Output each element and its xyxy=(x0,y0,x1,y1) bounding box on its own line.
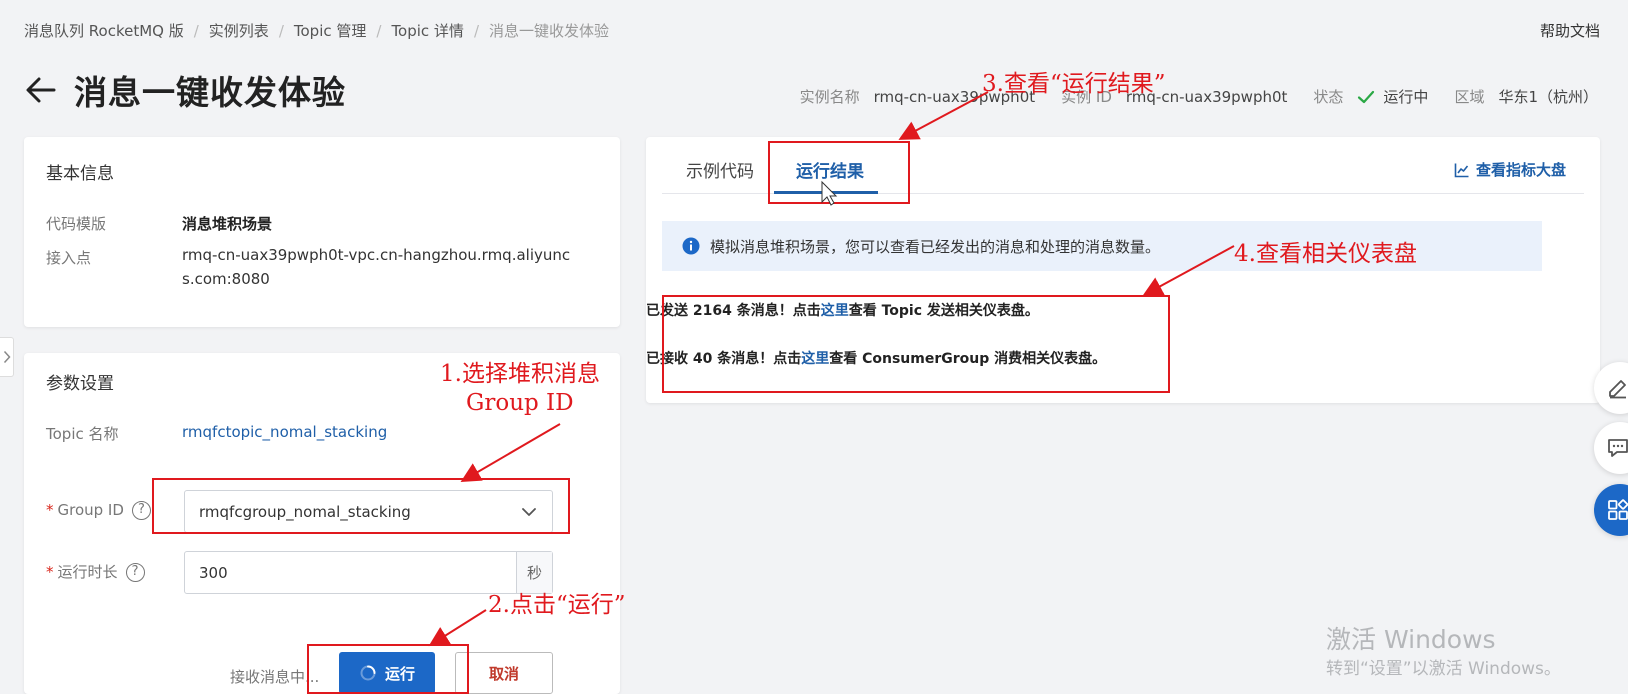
params-title: 参数设置 xyxy=(46,374,114,394)
status-value: 运行中 xyxy=(1383,88,1429,106)
region-value: 华东1（杭州） xyxy=(1498,88,1598,106)
apps-grid-icon xyxy=(1608,499,1628,520)
view-dashboard-label: 查看指标大盘 xyxy=(1475,161,1566,179)
group-id-label: * Group ID? xyxy=(46,501,151,520)
breadcrumb-instance-list[interactable]: 实例列表 xyxy=(209,20,269,41)
info-circle-icon xyxy=(682,237,700,255)
annotation-step2: 2.点击“运行” xyxy=(488,592,626,618)
view-dashboard-link[interactable]: 查看指标大盘 xyxy=(1454,159,1566,180)
edit-icon xyxy=(1609,380,1626,399)
breadcrumb-separator: / xyxy=(278,21,284,40)
page-header: 消息一键收发体验 xyxy=(24,66,346,114)
endpoint-value: rmq-cn-uax39pwph0t-vpc.cn-hangzhou.rmq.a… xyxy=(182,246,571,288)
annotation-box-dashboard-links xyxy=(662,295,1170,393)
topic-name-link[interactable]: rmqfctopic_nomal_stacking xyxy=(182,423,387,441)
breadcrumb-separator: / xyxy=(193,21,199,40)
line-chart-icon xyxy=(1454,163,1469,177)
breadcrumb-topic-detail[interactable]: Topic 详情 xyxy=(391,20,464,41)
sidebar-toggle[interactable] xyxy=(0,337,14,377)
instance-name-label: 实例名称 xyxy=(799,88,860,106)
chat-icon xyxy=(1608,439,1628,457)
annotation-step4: 4.查看相关仪表盘 xyxy=(1234,241,1417,267)
duration-input[interactable] xyxy=(185,552,516,593)
float-apps-button[interactable] xyxy=(1594,484,1628,536)
question-circle-icon[interactable]: ? xyxy=(125,563,145,582)
template-label: 代码模版 xyxy=(46,215,107,233)
region-label: 区域 xyxy=(1454,88,1485,106)
duration-label: * 运行时长? xyxy=(46,561,145,582)
question-circle-icon[interactable]: ? xyxy=(131,501,151,520)
page-title: 消息一键收发体验 xyxy=(74,73,346,112)
annotation-box-group-id xyxy=(152,478,570,534)
chevron-right-icon xyxy=(3,350,11,364)
basic-info-card: 基本信息 代码模版 消息堆积场景 接入点 rmq-cn-uax39pwph0t-… xyxy=(24,137,620,327)
info-alert-text: 模拟消息堆积场景，您可以查看已经发出的消息和处理的消息数量。 xyxy=(710,237,1161,256)
breadcrumb-separator: / xyxy=(473,21,479,40)
breadcrumb-topic-manage[interactable]: Topic 管理 xyxy=(294,20,367,41)
required-mark: * xyxy=(46,501,54,519)
duration-label-text: 运行时长 xyxy=(57,563,118,581)
breadcrumb-rocketmq[interactable]: 消息队列 RocketMQ 版 xyxy=(24,20,184,41)
status-label: 状态 xyxy=(1313,88,1344,106)
endpoint-label: 接入点 xyxy=(46,249,92,267)
annotation-box-run xyxy=(307,644,469,694)
check-icon xyxy=(1358,90,1375,103)
breadcrumb: 消息队列 RocketMQ 版 / 实例列表 / Topic 管理 / Topi… xyxy=(24,20,609,41)
float-chat-button[interactable] xyxy=(1594,422,1628,474)
annotation-step1-line1: 1.选择堆积消息 xyxy=(440,361,600,387)
watermark-subtitle: 转到“设置”以激活 Windows。 xyxy=(1326,659,1561,679)
annotation-step1-line2: Group ID xyxy=(466,390,574,416)
required-mark: * xyxy=(46,563,54,581)
receiving-status: 接收消息中... xyxy=(230,668,320,686)
breadcrumb-current: 消息一键收发体验 xyxy=(489,22,610,40)
back-arrow-icon[interactable] xyxy=(24,73,58,107)
tab-sample-code[interactable]: 示例代码 xyxy=(686,157,754,182)
watermark-title: 激活 Windows xyxy=(1326,625,1496,654)
basic-info-title: 基本信息 xyxy=(46,164,114,184)
breadcrumb-separator: / xyxy=(376,21,382,40)
topic-name-label: Topic 名称 xyxy=(46,425,119,443)
help-docs-link[interactable]: 帮助文档 xyxy=(1540,20,1600,41)
group-id-label-text: Group ID xyxy=(57,501,124,519)
annotation-step3: 3.查看“运行结果” xyxy=(982,71,1166,97)
annotation-box-run-result-tab xyxy=(768,141,910,204)
cancel-button[interactable]: 取消 xyxy=(455,652,553,694)
template-value: 消息堆积场景 xyxy=(182,215,273,233)
instance-meta: 实例名称 rmq-cn-uax39pwph0t 实例 ID rmq-cn-uax… xyxy=(800,86,1598,107)
